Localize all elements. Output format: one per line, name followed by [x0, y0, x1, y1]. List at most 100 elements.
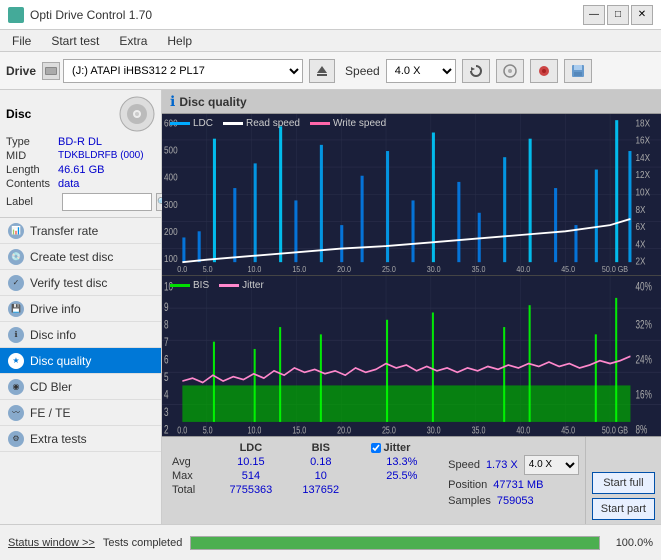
svg-text:5: 5 — [164, 371, 169, 384]
samples-label: Samples — [448, 495, 491, 507]
svg-text:35.0: 35.0 — [472, 264, 486, 274]
record-button[interactable] — [530, 59, 558, 83]
disc-label-row: Label 🔍 — [6, 193, 155, 211]
main-content: Disc Type BD-R DL MID TDKBLDRFB (000) Le… — [0, 90, 661, 524]
start-full-button[interactable]: Start full — [592, 472, 655, 494]
sidebar-item-cd-bler[interactable]: ◉ CD Bler — [0, 374, 161, 400]
maximize-button[interactable]: □ — [607, 5, 629, 25]
total-label: Total — [168, 483, 214, 497]
menu-file[interactable]: File — [4, 32, 39, 50]
menu-help[interactable]: Help — [159, 32, 200, 50]
top-legend: LDC Read speed Write speed — [162, 116, 394, 131]
close-button[interactable]: ✕ — [631, 5, 653, 25]
legend-jitter: Jitter — [219, 280, 264, 291]
jitter-checkbox[interactable] — [371, 443, 381, 453]
svg-text:50.0 GB: 50.0 GB — [602, 424, 628, 436]
jitter-label: Jitter — [383, 442, 410, 454]
menu-extra[interactable]: Extra — [111, 32, 155, 50]
nav-label-transfer-rate: Transfer rate — [30, 224, 98, 238]
sidebar-item-create-test-disc[interactable]: 💿 Create test disc — [0, 244, 161, 270]
disc-mid-label: MID — [6, 150, 58, 162]
disc-icon-button[interactable] — [496, 59, 524, 83]
sidebar-item-disc-info[interactable]: ℹ Disc info — [0, 322, 161, 348]
samples-row: Samples 759053 — [448, 495, 534, 507]
max-ldc: 514 — [214, 469, 288, 483]
top-chart: LDC Read speed Write speed — [162, 114, 661, 276]
drive-select[interactable]: (J:) ATAPI iHBS312 2 PL17 — [63, 59, 303, 83]
svg-text:8%: 8% — [636, 424, 648, 436]
disc-type-row: Type BD-R DL — [6, 136, 155, 148]
svg-text:500: 500 — [164, 145, 178, 156]
start-part-button[interactable]: Start part — [592, 498, 655, 520]
svg-text:400: 400 — [164, 172, 178, 183]
svg-text:3: 3 — [164, 406, 169, 419]
legend-ldc-color — [170, 122, 190, 125]
disc-length-label: Length — [6, 164, 58, 176]
disc-label-input[interactable] — [62, 193, 152, 211]
toolbar: Drive (J:) ATAPI iHBS312 2 PL17 Speed 4.… — [0, 52, 661, 90]
save-button[interactable] — [564, 59, 592, 83]
disc-contents-label: Contents — [6, 178, 58, 190]
legend-jitter-label: Jitter — [242, 280, 264, 291]
max-label: Max — [168, 469, 214, 483]
sidebar-item-fe-te[interactable]: 〰 FE / TE — [0, 400, 161, 426]
stats-table-container: LDC BIS Jitter Avg 10.15 0.18 13.3% — [162, 437, 442, 524]
avg-label: Avg — [168, 455, 214, 469]
drive-icon — [42, 62, 60, 80]
svg-text:12X: 12X — [636, 169, 650, 180]
charts-container: LDC Read speed Write speed — [162, 114, 661, 436]
sidebar-item-drive-info[interactable]: 💾 Drive info — [0, 296, 161, 322]
drive-label: Drive — [6, 64, 36, 78]
svg-text:25.0: 25.0 — [382, 424, 396, 436]
svg-text:200: 200 — [164, 226, 178, 237]
position-value: 47731 MB — [493, 479, 543, 491]
disc-header: Disc — [6, 96, 155, 132]
svg-text:40.0: 40.0 — [516, 264, 530, 274]
window-controls: — □ ✕ — [583, 5, 653, 25]
legend-write-speed-color — [310, 122, 330, 125]
disc-section: Disc Type BD-R DL MID TDKBLDRFB (000) Le… — [0, 90, 161, 218]
svg-text:300: 300 — [164, 199, 178, 210]
svg-text:25.0: 25.0 — [382, 264, 396, 274]
svg-text:6X: 6X — [636, 221, 646, 232]
svg-text:8X: 8X — [636, 204, 646, 215]
legend-read-speed-label: Read speed — [246, 118, 300, 129]
stats-panel: LDC BIS Jitter Avg 10.15 0.18 13.3% — [162, 436, 661, 524]
menu-start-test[interactable]: Start test — [43, 32, 107, 50]
status-window-button[interactable]: Status window >> — [8, 537, 95, 549]
start-buttons-section: Start full Start part — [585, 437, 661, 524]
sidebar-item-verify-test-disc[interactable]: ✓ Verify test disc — [0, 270, 161, 296]
disc-type-value: BD-R DL — [58, 136, 102, 148]
sidebar-item-extra-tests[interactable]: ⚙ Extra tests — [0, 426, 161, 452]
nav-label-create-test: Create test disc — [30, 250, 113, 264]
speed-select[interactable]: 4.0 X1.0 X2.0 X8.0 X — [386, 59, 456, 83]
svg-text:24%: 24% — [636, 354, 652, 367]
svg-text:20.0: 20.0 — [337, 424, 351, 436]
svg-text:50.0 GB: 50.0 GB — [602, 264, 628, 274]
speed-select[interactable]: 4.0 X1.0 X2.0 X8.0 X — [524, 455, 579, 475]
transfer-rate-icon: 📊 — [8, 223, 24, 239]
nav-label-disc-quality: Disc quality — [30, 354, 91, 368]
jitter-header: Jitter — [367, 441, 436, 455]
disc-type-label: Type — [6, 136, 58, 148]
disc-mid-row: MID TDKBLDRFB (000) — [6, 150, 155, 162]
svg-text:10X: 10X — [636, 187, 650, 198]
bis-header: BIS — [288, 441, 353, 455]
legend-read-speed-color — [223, 122, 243, 125]
svg-text:0.0: 0.0 — [177, 264, 187, 274]
legend-ldc-label: LDC — [193, 118, 213, 129]
sidebar-item-transfer-rate[interactable]: 📊 Transfer rate — [0, 218, 161, 244]
svg-text:16X: 16X — [636, 135, 650, 146]
speed-label: Speed — [345, 64, 380, 78]
svg-text:20.0: 20.0 — [337, 264, 351, 274]
eject-button[interactable] — [309, 59, 335, 83]
refresh-button[interactable] — [462, 59, 490, 83]
progress-bar-container — [190, 536, 600, 550]
sidebar-item-disc-quality[interactable]: ★ Disc quality — [0, 348, 161, 374]
legend-read-speed: Read speed — [223, 118, 300, 129]
svg-text:5.0: 5.0 — [203, 424, 213, 436]
top-chart-svg: 600 500 400 300 200 100 18X 16X 14X 12X … — [162, 114, 661, 275]
minimize-button[interactable]: — — [583, 5, 605, 25]
disc-info-icon: ℹ — [8, 327, 24, 343]
app-title: Opti Drive Control 1.70 — [30, 8, 152, 22]
